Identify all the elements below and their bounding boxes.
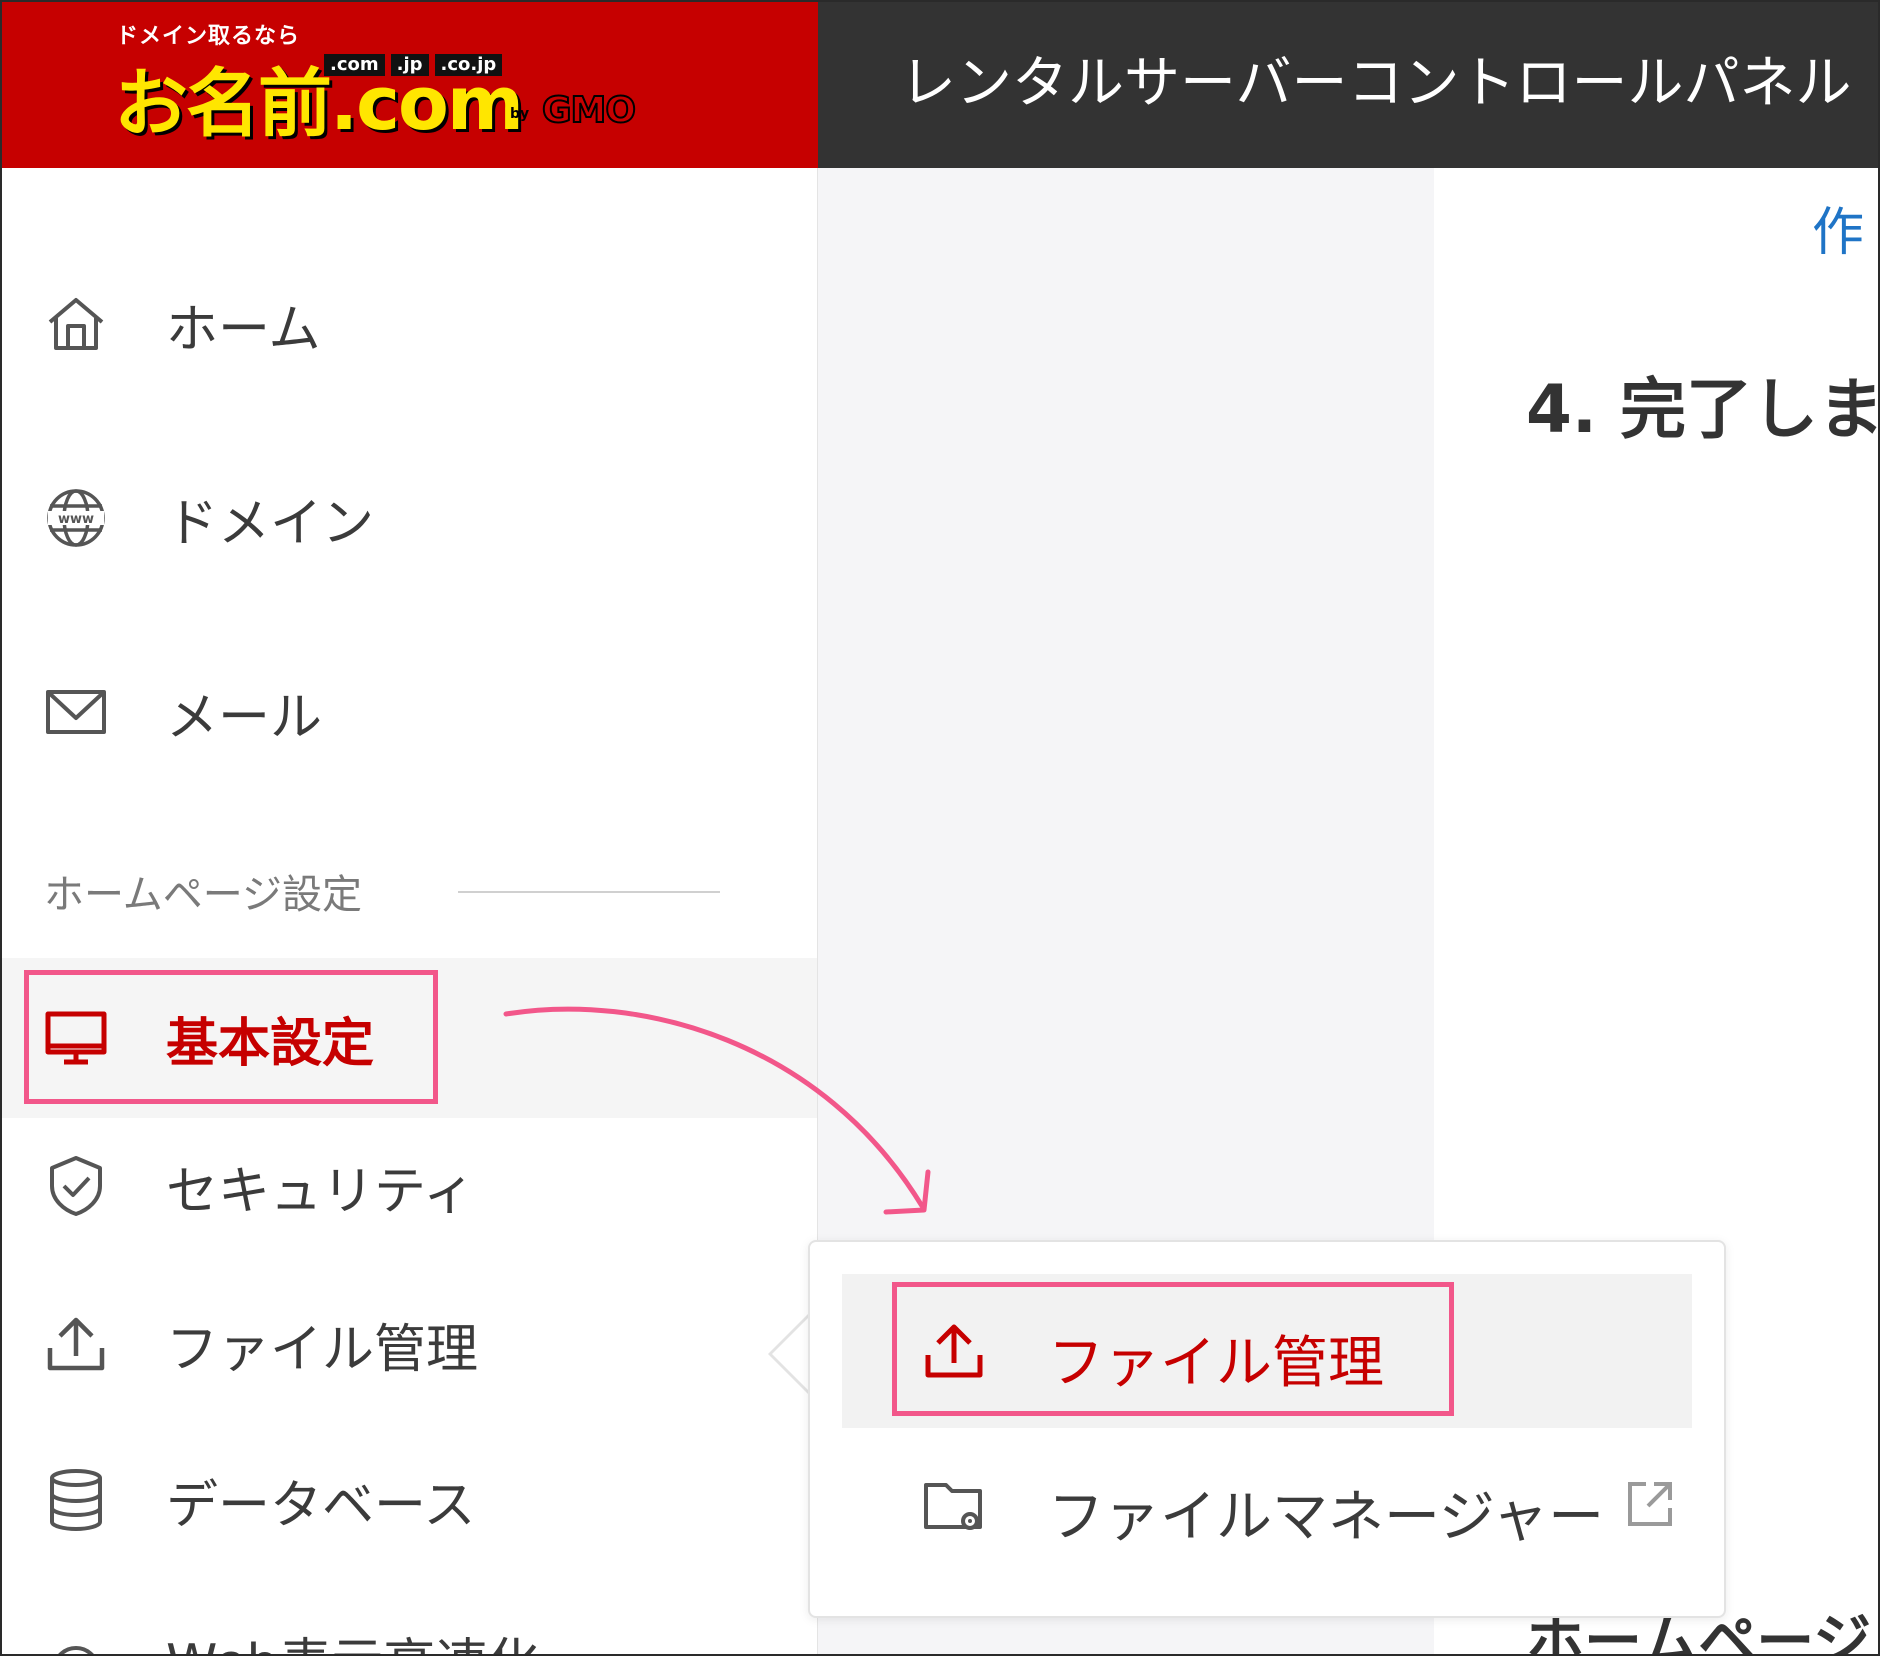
sidebar-item-label: セキュリティ xyxy=(166,1161,475,1222)
sidebar-item-home[interactable]: ホーム xyxy=(2,264,817,384)
highlight-file-management xyxy=(892,1282,1454,1416)
sidebar: ホーム www ドメイン メール ホームページ設定 基本設定 セキュリティ ファ… xyxy=(2,168,818,1655)
speed-icon xyxy=(42,1624,110,1654)
folder-gear-icon xyxy=(920,1471,988,1539)
sidebar-item-web-speedup[interactable]: Web表示高速化 xyxy=(2,1598,817,1655)
home-icon xyxy=(42,290,110,358)
logo-tld: .jp xyxy=(390,54,429,76)
highlight-basic-settings xyxy=(24,970,438,1104)
section-divider xyxy=(458,891,720,893)
logo-tld: .co.jp xyxy=(434,54,503,76)
submenu-item-label: ファイルマネージャー xyxy=(1048,1485,1605,1550)
flyout-pointer-fill xyxy=(772,1314,812,1394)
logo[interactable]: ドメイン取るなら お名前.com .com .jp .co.jp by GMO xyxy=(2,2,818,168)
sidebar-item-label: ホーム xyxy=(166,299,321,360)
submenu-item-file-manager[interactable]: ファイルマネージャー xyxy=(842,1428,1692,1582)
sidebar-item-security[interactable]: セキュリティ xyxy=(2,1126,817,1246)
logo-tlds: .com .jp .co.jp xyxy=(324,54,503,76)
create-link[interactable]: 作 xyxy=(1812,190,1864,265)
sidebar-item-file-management[interactable]: ファイル管理 xyxy=(2,1284,817,1404)
logo-tld: .com xyxy=(324,54,385,76)
screenshot-frame: ドメイン取るなら お名前.com .com .jp .co.jp by GMO … xyxy=(0,0,1880,1656)
upload-tray-icon xyxy=(42,1310,110,1378)
section-label: ホームページ設定 xyxy=(44,872,362,918)
sidebar-item-domain[interactable]: www ドメイン xyxy=(2,458,817,578)
globe-www-icon: www xyxy=(42,484,110,552)
sidebar-item-label: メール xyxy=(166,687,323,748)
sidebar-item-label: データベース xyxy=(166,1475,476,1536)
step-heading: 4. 完了しま xyxy=(1526,371,1880,448)
sidebar-item-mail[interactable]: メール xyxy=(2,652,817,772)
logo-by: by xyxy=(510,106,530,122)
sidebar-item-label: ファイル管理 xyxy=(166,1319,479,1380)
page-title: レンタルサーバーコントロールパネル xyxy=(900,51,1852,116)
sidebar-item-database[interactable]: データベース xyxy=(2,1440,817,1560)
header-bar: レンタルサーバーコントロールパネル xyxy=(818,2,1878,168)
sidebar-item-label: ドメイン xyxy=(166,493,375,554)
shield-check-icon xyxy=(42,1152,110,1220)
svg-text:www: www xyxy=(58,512,94,527)
sidebar-item-label: Web表示高速化 xyxy=(166,1621,539,1655)
database-icon xyxy=(42,1466,110,1534)
logo-company: GMO xyxy=(541,89,637,132)
mail-icon xyxy=(42,678,110,746)
external-link-icon xyxy=(1628,1482,1672,1526)
